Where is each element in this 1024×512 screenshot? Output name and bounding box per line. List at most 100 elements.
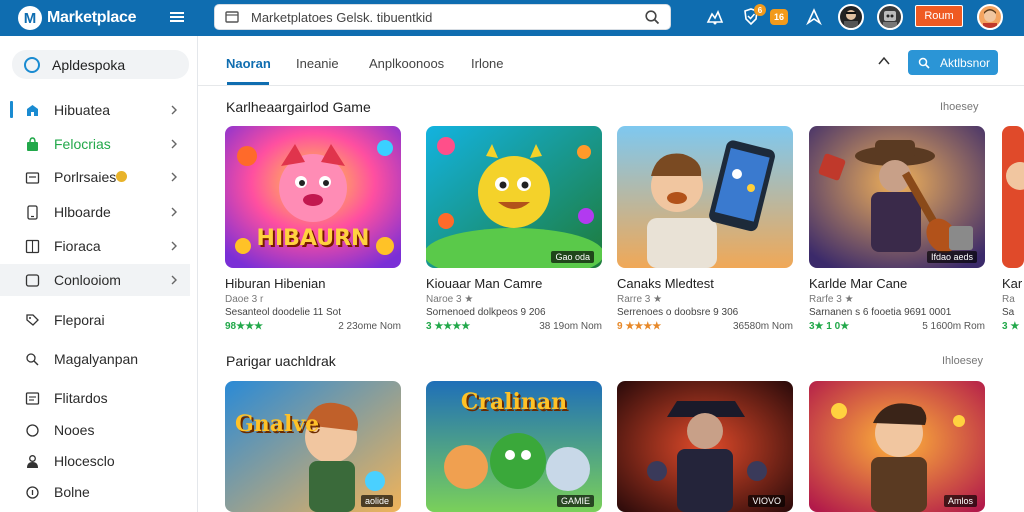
sidebar-item-label: Conlooiom [54,272,121,288]
game-title: Canaks Mledtest [617,276,714,291]
action-button-label: Aktlbsnor [940,55,991,70]
sidebar-item-5[interactable]: Fioraca [0,230,190,262]
sidebar-item-8[interactable]: Magalyanpan [0,343,190,375]
sidebar-item-11[interactable]: Hlocesclo [0,445,190,477]
game-rating: 3 ★ [1002,321,1020,332]
game-size: 2 23ome Nom [338,321,401,332]
sidebar-item-label: Nooes [54,422,95,438]
game-subtitle: Rarfe 3 ★ [809,294,854,305]
chevron-right-icon [171,139,177,149]
game-title: Kar [1002,276,1023,291]
see-all-link[interactable]: Ihloesey [942,355,983,367]
game-card[interactable]: Cralinan GAMIE [426,381,602,512]
game-card[interactable]: Gao oda Kiouaar Man Camre Naroe 3 ★ Sorn… [426,126,602,332]
filter-icon [25,391,40,405]
home-circle-icon [24,56,40,73]
tab-2[interactable]: Ineanie [296,56,339,71]
sidebar-item-label: Hlocesclo [54,453,115,469]
game-thumbnail[interactable]: Gnalve aolide [225,381,401,512]
sidebar-item-label: Porlrsaies [54,169,117,185]
sidebar-item-9[interactable]: Flitardos [0,382,190,414]
game-meta: 9 ★★★★ 36580m Nom [617,321,793,332]
section-title: Parigar uachldrak [226,353,336,369]
messages-badge: 16 [770,9,788,25]
game-rating: 3 ★★★★ [426,321,471,332]
game-thumbnail[interactable] [1002,126,1024,268]
chevron-right-icon [171,275,177,285]
game-card[interactable]: Ifdao aeds Karlde Mar Cane Rarfe 3 ★ Sar… [809,126,985,332]
sidebar-home-item[interactable]: Apldespoka [12,50,189,79]
chevron-right-icon [171,105,177,115]
sidebar-item-label: Magalyanpan [54,351,139,367]
brand-logo[interactable]: M Marketplace [18,6,137,30]
game-thumbnail[interactable]: Cralinan GAMIE [426,381,602,512]
game-thumbnail[interactable] [617,126,793,268]
logo-icon: M [18,6,42,30]
game-title: Hiburan Hibenian [225,276,326,291]
sidebar-item-label: Fioraca [54,238,101,254]
sidebar-item-6[interactable]: Conlooiom [0,264,190,296]
game-tag: aolide [360,495,393,507]
tab-3[interactable]: Anplkoonoos [369,56,444,71]
search-action-button[interactable]: Aktlbsnor [908,50,998,75]
game-tag: GAMIE [556,495,594,507]
game-subtitle: Ra [1002,294,1015,305]
messages-icon[interactable]: 16 [768,6,790,28]
game-card[interactable]: HIBAURN Hiburan Hibenian Daoe 3 r Sesant… [225,126,401,332]
sign-in-button[interactable]: Roum [915,5,963,27]
game-subtitle: Naroe 3 ★ [426,294,474,305]
sidebar-item-1[interactable]: Hibuatea [0,94,190,126]
game-tag: VIOVO [748,495,785,507]
grid-icon [25,239,40,253]
search-input[interactable]: Marketplatoes Gelsk. tibuentkid [251,10,644,25]
tab-4[interactable]: Irlone [471,56,504,71]
sidebar-item-2[interactable]: Felocrias [0,128,190,160]
game-card[interactable]: Kar Ra Sa 3 ★ [1002,126,1024,332]
sidebar-item-label: Flitardos [54,390,108,406]
game-size: 5 1600m Rom [922,321,985,332]
search-person-icon [26,352,39,365]
game-thumbnail[interactable]: VIOVO [617,381,793,512]
card-icon [25,171,40,184]
controller-icon[interactable] [704,6,726,28]
sidebar-item-label: Hlboarde [54,204,111,220]
tab-bar: Naoran Ineanie Anplkoonoos Irlone Aktlbs… [198,36,1024,86]
game-card[interactable]: Gnalve aolide [225,381,401,512]
game-thumbnail[interactable]: Ifdao aeds [809,126,985,268]
game-card[interactable]: Canaks Mledtest Rarre 3 ★ Serrenoes o do… [617,126,793,332]
search-icon[interactable] [644,9,660,25]
sidebar-item-label: Bolne [54,484,90,500]
sidebar-item-3[interactable]: Porlrsaies [0,161,190,193]
active-tab-indicator [227,82,269,85]
bot-avatar[interactable] [877,4,903,30]
game-description: Sesanteol doodelie 11 Sot [225,307,342,318]
game-card[interactable]: VIOVO [617,381,793,512]
game-tag: Amlos [943,495,977,507]
friend-avatar[interactable] [838,4,864,30]
game-description: Serrenoes o doobsre 9 306 [617,307,739,318]
info-circle-icon [26,485,39,499]
sidebar-item-7[interactable]: Fleporai [0,304,190,336]
hamburger-menu-icon[interactable] [168,8,186,26]
game-thumbnail[interactable]: Amlos [809,381,985,512]
sidebar-home-label: Apldespoka [52,56,126,73]
tab-1[interactable]: Naoran [226,56,271,71]
game-title: Kiouaar Man Camre [426,276,543,291]
sidebar-item-10[interactable]: Nooes [0,414,190,446]
circle-icon [26,423,39,437]
user-avatar[interactable] [977,4,1003,30]
game-thumbnail[interactable]: Gao oda [426,126,602,268]
chevron-right-icon [171,207,177,217]
sidebar-item-4[interactable]: Hlboarde [0,196,190,228]
brand-name: Marketplace [47,9,137,26]
coin-icon [116,171,127,182]
chevron-up-icon[interactable] [878,56,890,66]
game-thumbnail[interactable]: HIBAURN [225,126,401,268]
shield-notifications-icon[interactable]: 6 [740,4,766,28]
flag-icon[interactable] [803,6,825,28]
sidebar-item-12[interactable]: Bolne [0,476,190,508]
search-bar[interactable]: Marketplatoes Gelsk. tibuentkid [214,4,671,30]
chevron-right-icon [171,241,177,251]
see-all-link[interactable]: Ihoesey [940,101,979,113]
game-card[interactable]: Amlos [809,381,985,512]
